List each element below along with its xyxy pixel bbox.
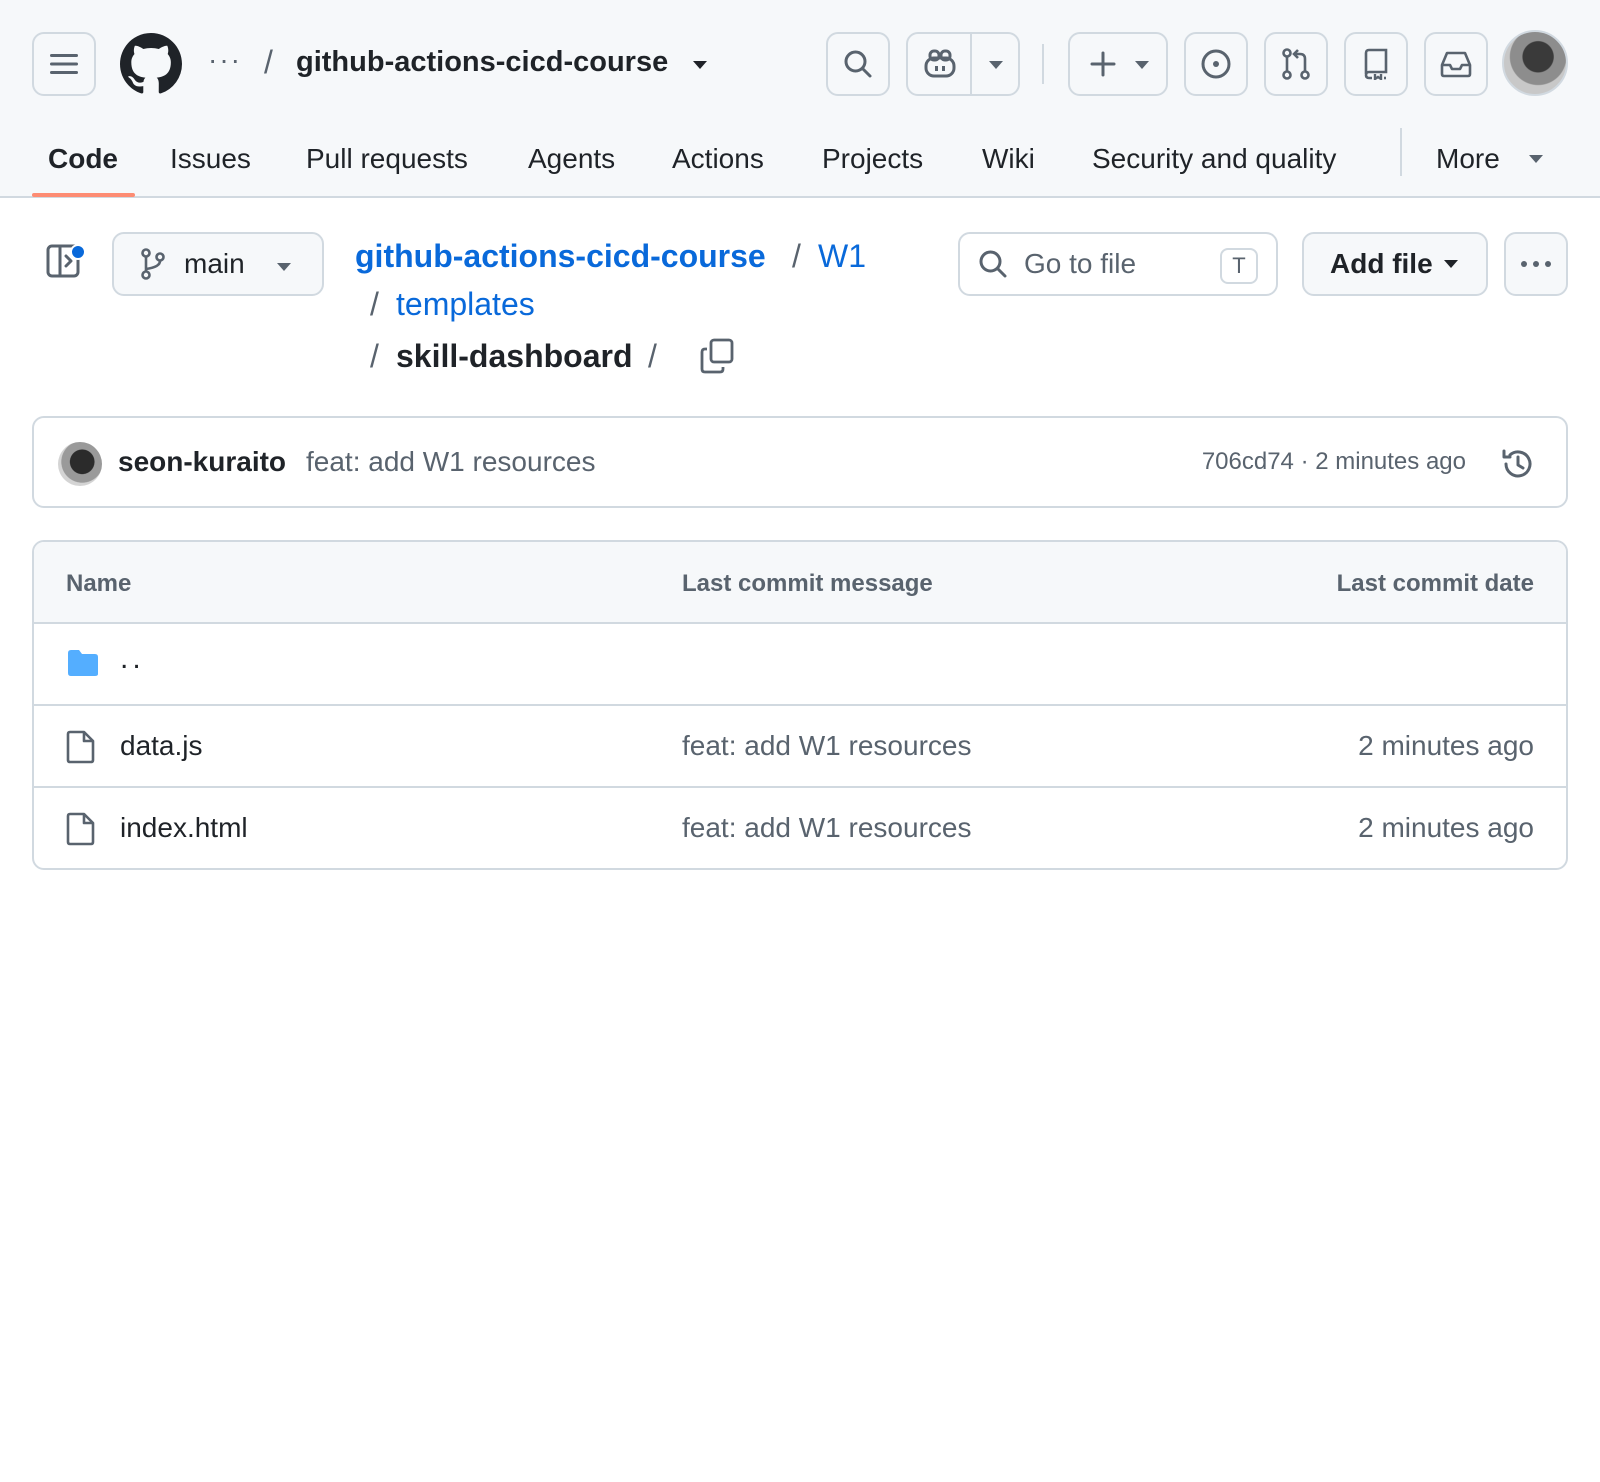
commit-message-link[interactable]: feat: add W1 resources [306, 446, 595, 478]
tab-issues[interactable]: Issues [170, 120, 251, 198]
file-commit-message[interactable]: feat: add W1 resources [682, 730, 971, 762]
file-name-link[interactable]: data.js [120, 730, 203, 762]
menu-button[interactable] [32, 32, 96, 96]
tab-projects[interactable]: Projects [822, 120, 923, 198]
go-to-file-input[interactable]: Go to file T [958, 232, 1278, 296]
git-branch-icon [141, 248, 165, 280]
breadcrumb-templates-link[interactable]: templates [396, 286, 535, 323]
tab-more-label: More [1436, 143, 1500, 174]
repo-name-link[interactable]: github-actions-cicd-course [296, 46, 668, 79]
tabs-divider [1400, 128, 1402, 176]
pull-requests-button[interactable] [1264, 32, 1328, 96]
kebab-horizontal-icon [1521, 261, 1551, 267]
tab-actions[interactable]: Actions [672, 120, 764, 198]
table-row[interactable]: index.html feat: add W1 resources 2 minu… [34, 788, 1566, 868]
breadcrumb-separator: / [370, 338, 379, 374]
more-options-button[interactable] [1504, 232, 1568, 296]
file-name-link[interactable]: index.html [120, 812, 248, 844]
split-divider [970, 34, 972, 94]
folder-icon [68, 650, 98, 676]
caret-down-icon[interactable] [692, 60, 708, 70]
caret-down-icon [1528, 155, 1543, 163]
go-to-file-placeholder: Go to file [1024, 248, 1137, 279]
tab-pull-requests[interactable]: Pull requests [306, 120, 468, 198]
notification-dot [70, 244, 86, 260]
branch-name: main [184, 248, 245, 279]
keyboard-shortcut-hint: T [1220, 248, 1258, 284]
file-commit-message[interactable]: feat: add W1 resources [682, 812, 971, 844]
tab-code[interactable]: Code [48, 120, 118, 198]
tab-wiki[interactable]: Wiki [982, 120, 1035, 198]
github-logo-icon[interactable] [120, 33, 182, 95]
table-header: Name Last commit message Last commit dat… [34, 542, 1566, 624]
table-row[interactable]: data.js feat: add W1 resources 2 minutes… [34, 706, 1566, 788]
hamburger-icon [50, 54, 78, 74]
file-icon [66, 812, 95, 846]
copy-path-icon[interactable] [700, 338, 734, 374]
caret-down-icon [989, 61, 1003, 69]
breadcrumb-w1-link[interactable]: W1 [818, 238, 866, 275]
search-icon [979, 250, 1007, 278]
caret-down-icon [1135, 61, 1149, 69]
plus-icon [1090, 51, 1116, 77]
latest-commit-bar: seon-kuraito feat: add W1 resources 706c… [32, 416, 1568, 508]
add-file-button[interactable]: Add file [1302, 232, 1488, 296]
add-file-label: Add file [1330, 248, 1433, 279]
breadcrumb-separator: / [370, 286, 379, 322]
breadcrumb-overflow[interactable]: ··· [208, 46, 242, 74]
history-icon[interactable] [1500, 446, 1536, 482]
git-pull-request-icon [1282, 48, 1310, 80]
search-button[interactable] [826, 32, 890, 96]
breadcrumb-separator: / [264, 44, 273, 80]
issue-opened-icon [1201, 49, 1231, 79]
parent-directory-row[interactable]: .. [34, 624, 1566, 706]
repositories-button[interactable] [1344, 32, 1408, 96]
user-avatar[interactable] [1502, 30, 1568, 96]
create-new-button[interactable] [1068, 32, 1168, 96]
header-divider [1042, 44, 1044, 84]
file-icon [66, 730, 95, 764]
inbox-icon [1440, 51, 1472, 78]
column-header-date: Last commit date [1336, 570, 1534, 597]
tab-security-and-quality[interactable]: Security and quality [1092, 120, 1336, 198]
issues-button[interactable] [1184, 32, 1248, 96]
column-header-name: Name [66, 570, 132, 597]
column-header-message: Last commit message [682, 570, 933, 597]
tab-agents[interactable]: Agents [528, 120, 615, 198]
commit-author-link[interactable]: seon-kuraito [118, 446, 286, 478]
copilot-icon [924, 49, 956, 78]
commit-author-avatar[interactable] [58, 442, 102, 486]
selected-tab-indicator [32, 193, 135, 197]
search-icon [844, 50, 872, 78]
file-table: Name Last commit message Last commit dat… [32, 540, 1568, 870]
app-header: ··· / github-actions-cicd-course Code Is… [0, 0, 1600, 198]
inbox-button[interactable] [1424, 32, 1488, 96]
repo-icon [1364, 48, 1388, 80]
caret-down-icon [277, 263, 291, 271]
breadcrumb-repo-link[interactable]: github-actions-cicd-course [355, 238, 766, 275]
file-commit-date: 2 minutes ago [1358, 812, 1534, 843]
parent-directory-link[interactable]: .. [120, 642, 145, 676]
breadcrumb-separator: / [792, 238, 801, 274]
file-commit-date: 2 minutes ago [1358, 730, 1534, 761]
caret-down-icon [1443, 260, 1458, 268]
copilot-button[interactable] [906, 32, 1020, 96]
breadcrumb-separator: / [648, 338, 657, 374]
tab-more[interactable]: More [1436, 120, 1544, 198]
breadcrumb-current: skill-dashboard [396, 338, 633, 374]
branch-selector[interactable]: main [112, 232, 324, 296]
commit-sha-and-time[interactable]: 706cd74 · 2 minutes ago [1202, 448, 1466, 476]
